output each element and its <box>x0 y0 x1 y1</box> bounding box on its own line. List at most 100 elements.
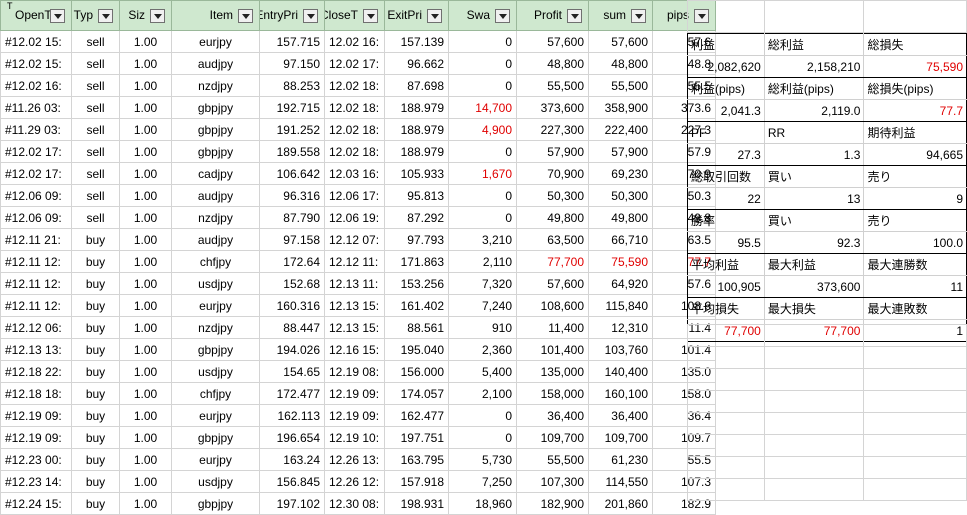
table-cell-typ[interactable]: sell <box>71 184 120 207</box>
table-cell-closet[interactable]: 12.13 11: <box>324 272 385 295</box>
grid-cell[interactable] <box>687 456 765 479</box>
table-cell-typ[interactable]: sell <box>71 74 120 97</box>
table-cell-item[interactable]: nzdjpy <box>171 316 260 339</box>
table-cell-siz[interactable]: 1.00 <box>119 206 172 229</box>
table-cell-closet[interactable]: 12.02 16: <box>324 30 385 53</box>
stats-label[interactable]: 利益 <box>687 33 765 56</box>
stats-value[interactable]: 22 <box>687 187 765 210</box>
table-cell-entrypri[interactable]: 157.715 <box>259 30 325 53</box>
filter-dropdown-icon[interactable] <box>363 9 378 23</box>
table-cell-typ[interactable]: buy <box>71 250 120 273</box>
column-header-swa[interactable]: Swa <box>448 0 517 31</box>
table-cell-opent[interactable]: #12.19 09: <box>0 426 72 449</box>
stats-value[interactable]: 1.3 <box>763 143 865 166</box>
table-cell-exitpri[interactable]: 97.793 <box>384 228 449 251</box>
table-cell-typ[interactable]: buy <box>71 338 120 361</box>
stats-label[interactable]: 最大利益 <box>763 253 865 276</box>
table-cell-exitpri[interactable]: 105.933 <box>384 162 449 185</box>
table-cell-entrypri[interactable]: 172.64 <box>259 250 325 273</box>
table-cell-opent[interactable]: #12.24 15: <box>0 492 72 515</box>
table-cell-entrypri[interactable]: 106.642 <box>259 162 325 185</box>
table-cell-siz[interactable]: 1.00 <box>119 228 172 251</box>
table-cell-opent[interactable]: #12.11 12: <box>0 250 72 273</box>
table-cell-swa[interactable]: 7,320 <box>448 272 517 295</box>
grid-cell[interactable] <box>863 434 967 457</box>
table-cell-exitpri[interactable]: 174.057 <box>384 382 449 405</box>
table-cell-item[interactable]: usdjpy <box>171 360 260 383</box>
table-cell-closet[interactable]: 12.26 12: <box>324 470 385 493</box>
table-cell-exitpri[interactable]: 188.979 <box>384 140 449 163</box>
table-cell-item[interactable]: usdjpy <box>171 470 260 493</box>
grid-cell[interactable] <box>687 346 765 369</box>
table-cell-opent[interactable]: #12.13 13: <box>0 338 72 361</box>
table-cell-entrypri[interactable]: 160.316 <box>259 294 325 317</box>
table-cell-siz[interactable]: 1.00 <box>119 30 172 53</box>
table-cell-entrypri[interactable]: 194.026 <box>259 338 325 361</box>
table-cell-item[interactable]: nzdjpy <box>171 74 260 97</box>
column-header-item[interactable]: Item <box>171 0 260 31</box>
table-cell-exitpri[interactable]: 163.795 <box>384 448 449 471</box>
table-cell-profit[interactable]: 108,600 <box>516 294 589 317</box>
stats-label[interactable]: 最大連勝数 <box>863 253 967 276</box>
stats-label[interactable]: 勝率 <box>687 209 765 232</box>
table-cell-siz[interactable]: 1.00 <box>119 140 172 163</box>
table-cell-closet[interactable]: 12.12 11: <box>324 250 385 273</box>
table-cell-entrypri[interactable]: 189.558 <box>259 140 325 163</box>
table-cell-siz[interactable]: 1.00 <box>119 360 172 383</box>
grid-cell[interactable] <box>863 324 967 347</box>
table-cell-typ[interactable]: buy <box>71 492 120 515</box>
table-cell-opent[interactable]: #12.06 09: <box>0 206 72 229</box>
table-cell-siz[interactable]: 1.00 <box>119 382 172 405</box>
table-cell-typ[interactable]: buy <box>71 382 120 405</box>
table-cell-exitpri[interactable]: 87.292 <box>384 206 449 229</box>
table-cell-typ[interactable]: sell <box>71 52 120 75</box>
grid-cell[interactable] <box>687 390 765 413</box>
table-cell-profit[interactable]: 70,900 <box>516 162 589 185</box>
table-cell-siz[interactable]: 1.00 <box>119 294 172 317</box>
table-cell-siz[interactable]: 1.00 <box>119 184 172 207</box>
grid-cell[interactable] <box>863 390 967 413</box>
table-cell-entrypri[interactable]: 191.252 <box>259 118 325 141</box>
table-cell-swa[interactable]: 0 <box>448 184 517 207</box>
table-cell-swa[interactable]: 1,670 <box>448 162 517 185</box>
table-cell-typ[interactable]: sell <box>71 206 120 229</box>
filter-dropdown-icon[interactable] <box>303 9 318 23</box>
grid-cell[interactable] <box>863 346 967 369</box>
table-cell-exitpri[interactable]: 156.000 <box>384 360 449 383</box>
table-cell-sum[interactable]: 12,310 <box>588 316 653 339</box>
table-cell-closet[interactable]: 12.13 15: <box>324 294 385 317</box>
table-cell-item[interactable]: gbpjpy <box>171 96 260 119</box>
grid-cell[interactable] <box>687 478 765 501</box>
stats-value[interactable]: 100,905 <box>687 275 765 298</box>
table-cell-item[interactable]: audjpy <box>171 52 260 75</box>
stats-label[interactable]: 最大損失 <box>763 297 865 320</box>
stats-value[interactable]: 13 <box>763 187 865 210</box>
table-cell-sum[interactable]: 75,590 <box>588 250 653 273</box>
table-cell-entrypri[interactable]: 192.715 <box>259 96 325 119</box>
table-cell-opent[interactable]: #12.02 15: <box>0 52 72 75</box>
filter-dropdown-icon[interactable] <box>427 9 442 23</box>
table-cell-item[interactable]: audjpy <box>171 228 260 251</box>
table-cell-siz[interactable]: 1.00 <box>119 74 172 97</box>
table-cell-siz[interactable]: 1.00 <box>119 250 172 273</box>
grid-cell[interactable] <box>763 0 865 33</box>
column-header-exitpri[interactable]: ExitPri <box>384 0 449 31</box>
filter-dropdown-icon[interactable] <box>50 9 65 23</box>
table-cell-entrypri[interactable]: 156.845 <box>259 470 325 493</box>
table-cell-item[interactable]: audjpy <box>171 184 260 207</box>
table-cell-item[interactable]: cadjpy <box>171 162 260 185</box>
stats-label[interactable]: 総取引回数 <box>687 165 765 188</box>
grid-cell[interactable] <box>763 346 865 369</box>
filter-dropdown-icon[interactable] <box>150 9 165 23</box>
stats-label[interactable]: 期待利益 <box>863 121 967 144</box>
table-cell-exitpri[interactable]: 161.402 <box>384 294 449 317</box>
table-cell-closet[interactable]: 12.06 19: <box>324 206 385 229</box>
table-cell-swa[interactable]: 18,960 <box>448 492 517 515</box>
table-cell-entrypri[interactable]: 152.68 <box>259 272 325 295</box>
table-cell-opent[interactable]: #11.26 03: <box>0 96 72 119</box>
filter-dropdown-icon[interactable] <box>495 9 510 23</box>
stats-label[interactable]: 売り <box>863 165 967 188</box>
table-cell-siz[interactable]: 1.00 <box>119 338 172 361</box>
table-cell-opent[interactable]: #12.11 21: <box>0 228 72 251</box>
filter-dropdown-icon[interactable] <box>98 9 113 23</box>
